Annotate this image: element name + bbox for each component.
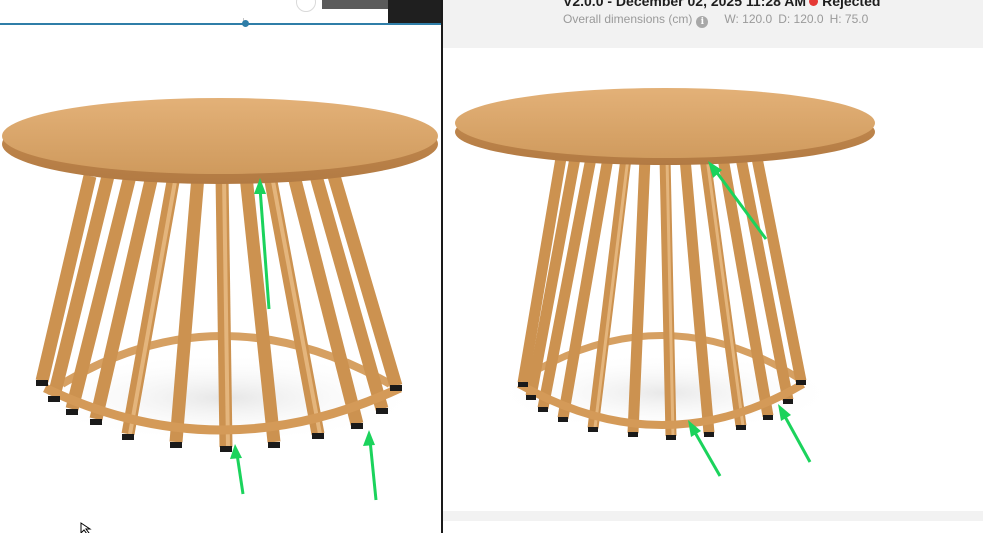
status-text: Rejected: [822, 0, 881, 9]
version-info-bar: V2.0.0 - December 02, 2025 11:28 AM Rejec…: [443, 0, 983, 48]
version-line: V2.0.0 - December 02, 2025 11:28 AM Rejec…: [563, 0, 880, 9]
toolbar-round-button[interactable]: [296, 0, 316, 12]
toolbar-gray-strip: [322, 0, 388, 9]
dimensions-line: Overall dimensions (cm) i W: 120.0 D: 120.0…: [563, 12, 868, 28]
table-render-left: [2, 98, 438, 501]
right-image-panel: V2.0.0 - December 02, 2025 11:28 AM Rejec…: [443, 0, 983, 533]
version-text: V2.0.0 - December 02, 2025 11:28 AM: [563, 0, 807, 9]
mouse-cursor-icon: [80, 522, 92, 533]
left-panel-toolbar: [0, 0, 441, 24]
info-icon[interactable]: i: [696, 16, 709, 28]
left-image-panel: [0, 0, 441, 533]
status-dot-icon: [809, 0, 819, 6]
bottom-panel-strip: [443, 511, 983, 533]
toolbar-dark-strip: [388, 0, 441, 24]
table-render-right: [455, 88, 875, 477]
dimension-depth: D: 120.0: [778, 12, 824, 26]
dimensions-label: Overall dimensions (cm): [563, 12, 693, 26]
dimension-width: W: 120.0: [724, 12, 773, 26]
render-image-frame: [443, 48, 930, 511]
timeline-track[interactable]: [0, 23, 441, 25]
dimension-height: H: 75.0: [829, 12, 869, 26]
